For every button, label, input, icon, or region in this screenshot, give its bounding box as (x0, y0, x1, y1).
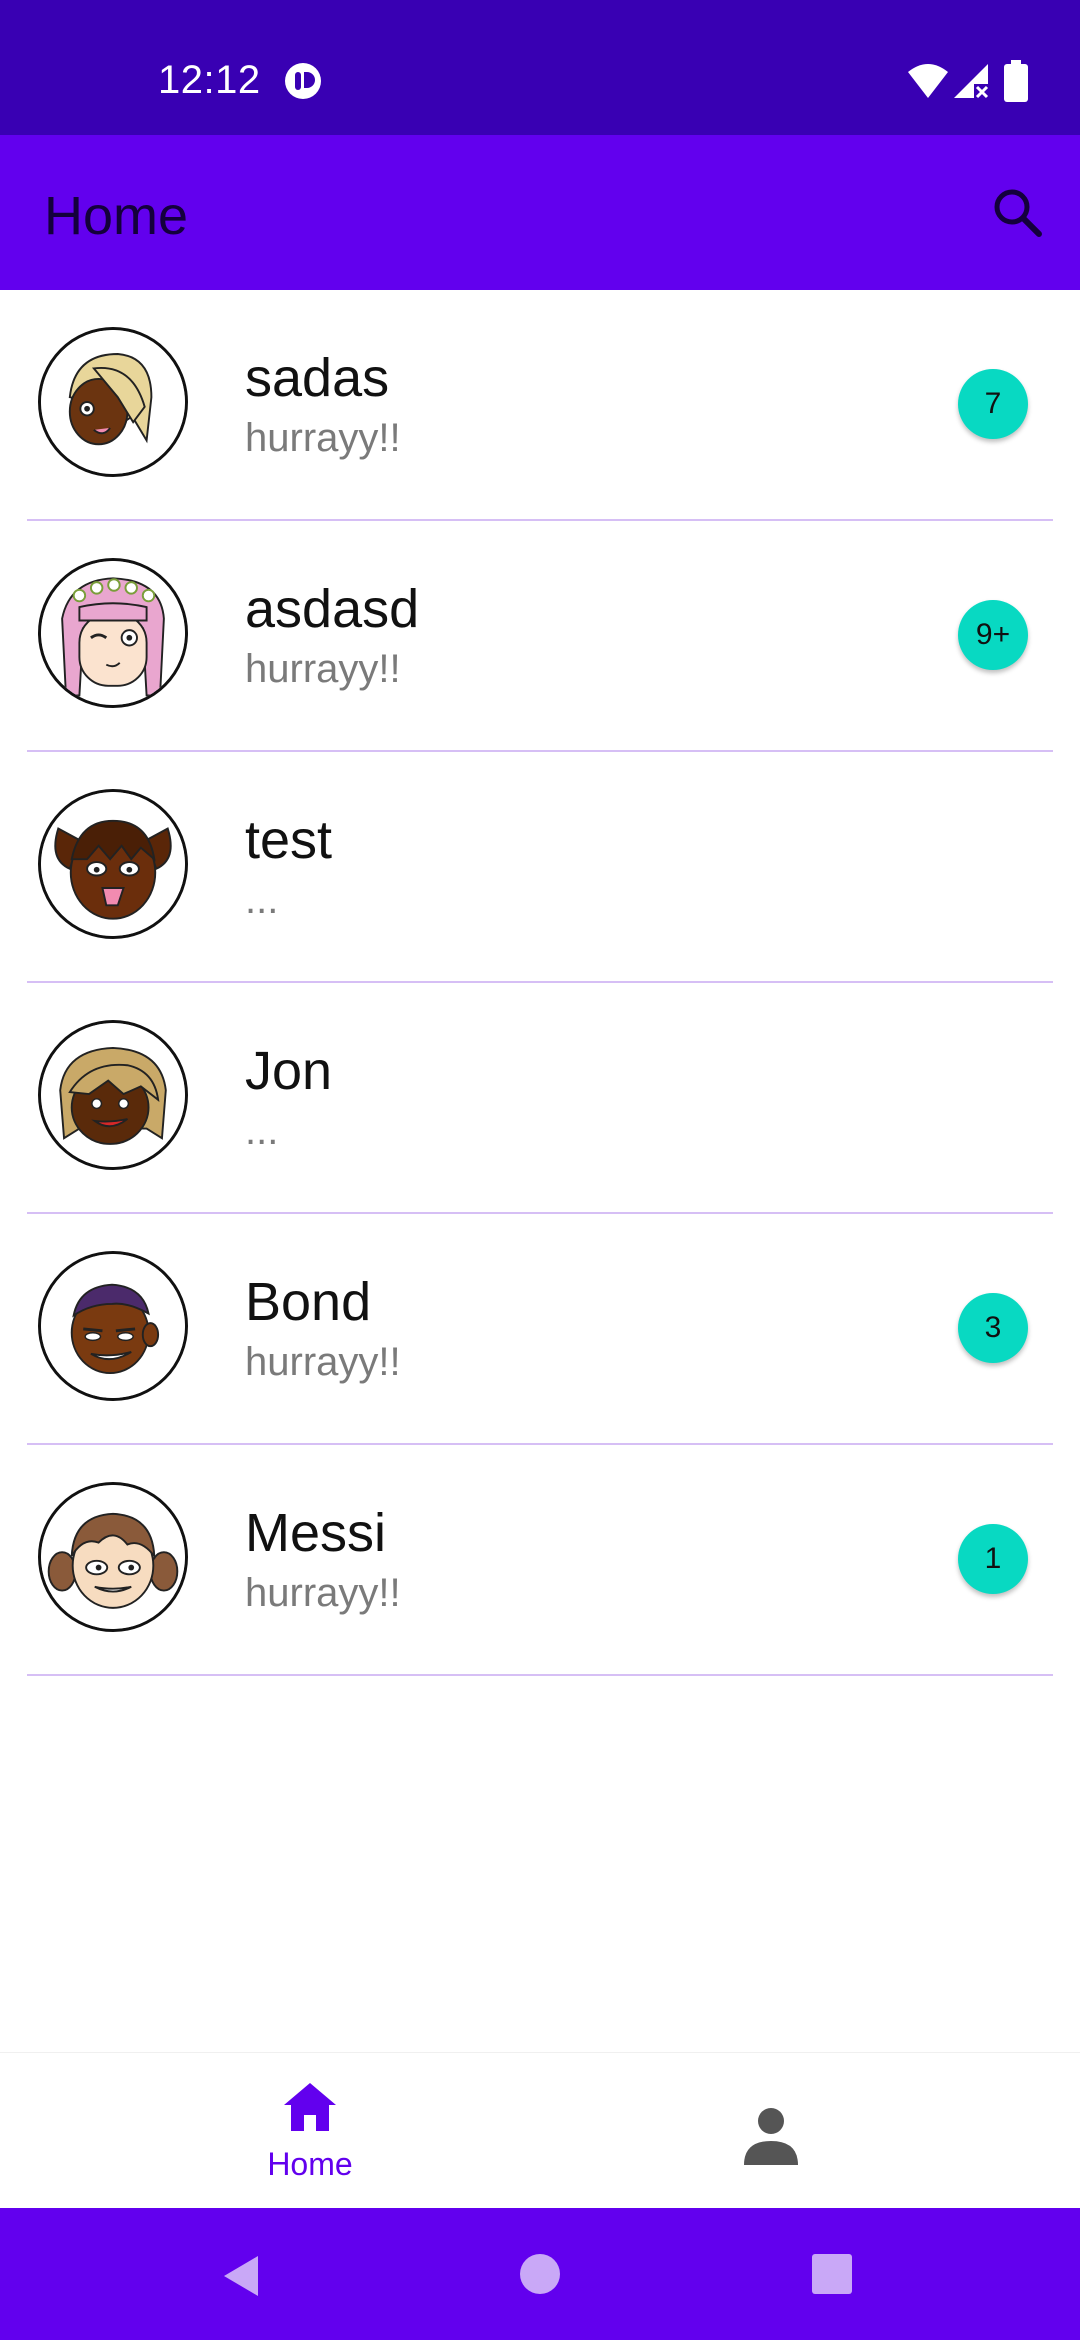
chat-list-item[interactable]: Bond hurrayy!! 3 (0, 1214, 1080, 1445)
divider (27, 1674, 1053, 1676)
person-icon[interactable] (738, 2103, 804, 2169)
page-title: Home (44, 186, 189, 246)
nav-item-home[interactable]: Home (210, 2079, 410, 2189)
battery-icon (1004, 60, 1028, 102)
unread-badge: 3 (958, 1293, 1028, 1363)
chat-list-item[interactable]: asdasd hurrayy!! 9+ (0, 521, 1080, 752)
search-icon (994, 189, 1042, 237)
avatar-illustration (41, 1023, 185, 1167)
chat-list-item[interactable]: Messi hurrayy!! 1 (0, 1445, 1080, 1676)
status-time: 12:12 (158, 58, 261, 102)
home-icon (284, 2083, 336, 2131)
back-icon[interactable] (218, 2252, 266, 2300)
contact-name: test (245, 810, 333, 870)
unread-badge: 1 (958, 1524, 1028, 1594)
last-message: hurrayy!! (245, 416, 401, 460)
unread-badge: 9+ (958, 600, 1028, 670)
avatar (38, 1251, 188, 1401)
avatar (38, 558, 188, 708)
signal-icon (954, 64, 989, 99)
chat-list-item[interactable]: sadas hurrayy!! 7 (0, 290, 1080, 521)
app-bar: Home (0, 135, 1080, 290)
chat-list-item[interactable]: Jon ... (0, 983, 1080, 1214)
status-bar: 12:12 (0, 0, 1080, 135)
avatar-illustration (41, 1254, 185, 1398)
bottom-navigation: Home (0, 2052, 1080, 2209)
last-message: hurrayy!! (245, 1340, 401, 1384)
avatar (38, 1020, 188, 1170)
nav-home-label: Home (267, 2146, 353, 2182)
search-button[interactable] (982, 177, 1052, 247)
app-notification-icon (285, 63, 321, 99)
avatar-illustration (41, 330, 185, 474)
chat-list: sadas hurrayy!! 7 asdasd hurrayy!! 9+ te… (0, 290, 1080, 1676)
avatar-illustration (41, 561, 185, 705)
contact-name: Jon (245, 1041, 333, 1101)
avatar (38, 789, 188, 939)
avatar (38, 1482, 188, 1632)
last-message: hurrayy!! (245, 647, 401, 691)
contact-name: asdasd (245, 579, 420, 639)
avatar (38, 327, 188, 477)
home-circle-icon[interactable] (518, 2252, 562, 2296)
contact-name: Bond (245, 1272, 372, 1332)
avatar-illustration (41, 792, 185, 936)
last-message: hurrayy!! (245, 1571, 401, 1615)
last-message: ... (245, 878, 279, 922)
recents-icon[interactable] (810, 2252, 854, 2296)
unread-badge: 7 (958, 369, 1028, 439)
screen: 12:12 Home sadas hurrayy!! 7 asdasd hurr… (0, 0, 1080, 2340)
chat-list-item[interactable]: test ... (0, 752, 1080, 983)
contact-name: Messi (245, 1503, 387, 1563)
contact-name: sadas (245, 348, 390, 408)
wifi-icon (908, 64, 948, 98)
last-message: ... (245, 1109, 279, 1153)
avatar-illustration (41, 1485, 185, 1629)
system-navigation-bar (0, 2208, 1080, 2340)
